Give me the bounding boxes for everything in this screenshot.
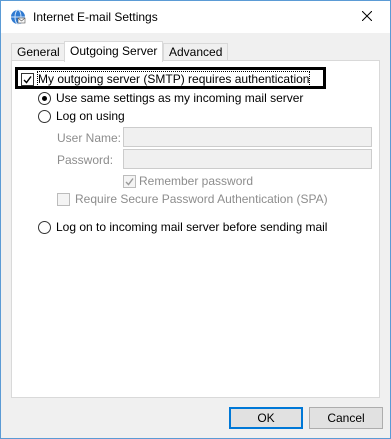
password-label: Password: xyxy=(57,153,114,167)
log-on-using-radio[interactable] xyxy=(38,109,51,123)
tab-general[interactable]: General xyxy=(11,43,66,61)
spa-checkbox[interactable] xyxy=(57,192,70,206)
dialog-window: Internet E-mail Settings General Outgoin… xyxy=(0,0,391,439)
remember-password-label: Remember password xyxy=(139,174,254,188)
spa-option[interactable]: Require Secure Password Authentication (… xyxy=(57,192,328,206)
remember-password-option[interactable]: Remember password xyxy=(123,174,253,188)
use-same-settings-label: Use same settings as my incoming mail se… xyxy=(56,91,304,105)
globe-mail-icon xyxy=(10,9,26,25)
checkmark-icon xyxy=(125,177,134,186)
window-title: Internet E-mail Settings xyxy=(33,10,158,24)
log-on-incoming-option[interactable]: Log on to incoming mail server before se… xyxy=(38,220,327,234)
username-field[interactable] xyxy=(123,127,372,147)
use-same-settings-option[interactable]: Use same settings as my incoming mail se… xyxy=(38,91,303,105)
smtp-auth-checkbox[interactable] xyxy=(21,72,34,86)
log-on-using-option[interactable]: Log on using xyxy=(38,109,125,123)
checkmark-icon xyxy=(23,75,32,84)
tab-strip: General Outgoing Server Advanced xyxy=(11,41,381,62)
log-on-incoming-label: Log on to incoming mail server before se… xyxy=(56,220,328,234)
smtp-auth-label: My outgoing server (SMTP) requires authe… xyxy=(37,71,311,87)
cancel-button[interactable]: Cancel xyxy=(309,407,383,429)
use-same-settings-radio[interactable] xyxy=(38,91,51,105)
tab-outgoing-server[interactable]: Outgoing Server xyxy=(64,41,164,62)
close-icon xyxy=(361,10,373,24)
username-label: User Name: xyxy=(57,131,122,145)
log-on-using-label: Log on using xyxy=(56,109,125,123)
tab-advanced[interactable]: Advanced xyxy=(163,43,229,61)
remember-password-checkbox[interactable] xyxy=(123,174,136,188)
smtp-auth-option[interactable]: My outgoing server (SMTP) requires authe… xyxy=(21,71,311,87)
title-bar: Internet E-mail Settings xyxy=(1,1,390,33)
close-button[interactable] xyxy=(344,1,390,33)
ok-button[interactable]: OK xyxy=(229,407,303,429)
password-field[interactable] xyxy=(123,149,372,169)
log-on-incoming-radio[interactable] xyxy=(38,220,51,234)
spa-label: Require Secure Password Authentication (… xyxy=(75,192,328,206)
